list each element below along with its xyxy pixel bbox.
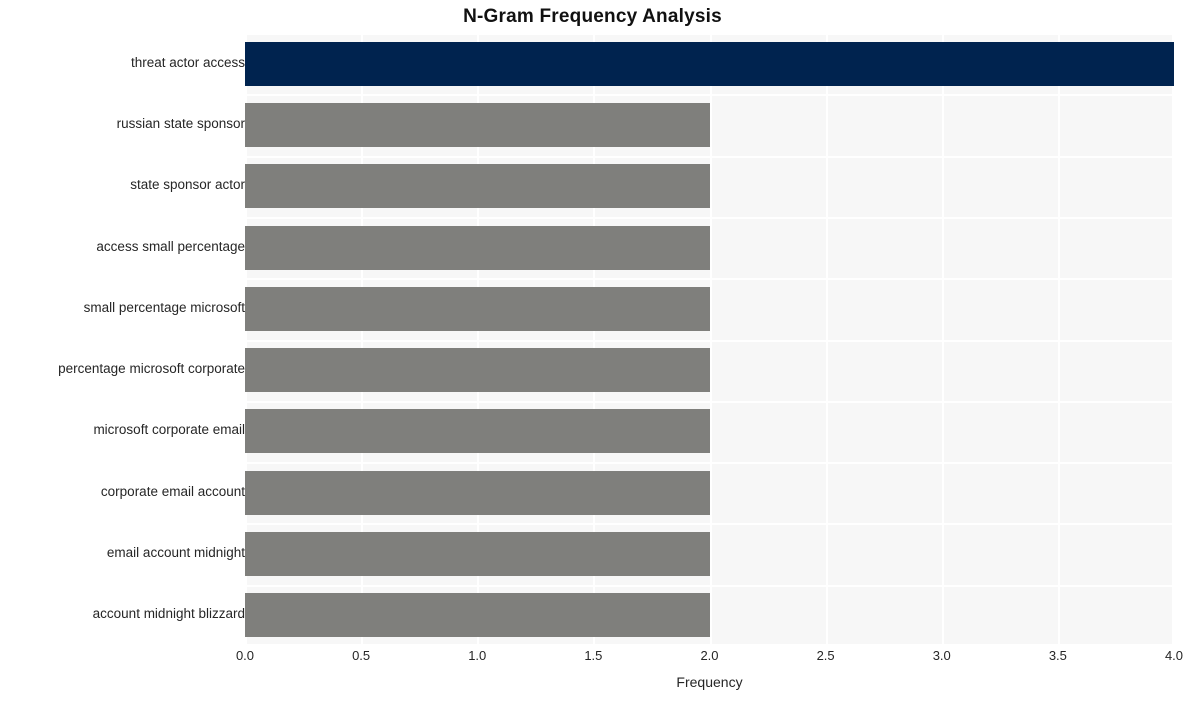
plot-area bbox=[245, 33, 1174, 646]
bar bbox=[245, 102, 710, 147]
x-axis-tick-label: 0.0 bbox=[235, 648, 255, 663]
x-axis-tick-label: 0.5 bbox=[352, 648, 371, 663]
gridline-vertical bbox=[825, 33, 828, 646]
y-axis-tick-label: access small percentage bbox=[96, 238, 245, 254]
y-axis-tick-label: account midnight blizzard bbox=[92, 606, 245, 622]
bar bbox=[245, 470, 710, 515]
gridline-vertical bbox=[1057, 33, 1060, 646]
y-axis-tick-label: microsoft corporate email bbox=[93, 422, 245, 438]
x-axis-tick-group: 0.0 0.5 1.0 1.5 2.0 2.5 3.0 3.5 4.0 bbox=[236, 648, 1183, 668]
bar bbox=[245, 348, 710, 393]
y-axis-tick-label: threat actor access bbox=[130, 54, 245, 70]
y-axis-tick-label: corporate email account bbox=[100, 483, 245, 499]
x-axis-tick-label: 2.0 bbox=[700, 648, 719, 663]
bar bbox=[245, 532, 710, 577]
gridline-vertical bbox=[709, 33, 712, 646]
bar bbox=[245, 41, 1174, 86]
y-axis-tick-label: russian state sponsor bbox=[116, 115, 245, 131]
x-axis-title: Frequency bbox=[676, 674, 743, 690]
y-axis-tick-label: state sponsor actor bbox=[130, 177, 245, 193]
x-axis-tick-label: 1.5 bbox=[584, 648, 603, 663]
y-axis-tick-label: percentage microsoft corporate bbox=[58, 361, 245, 377]
bar bbox=[245, 164, 710, 209]
chart-figure: N-Gram Frequency Analysis threat actor a… bbox=[0, 0, 1185, 701]
bar bbox=[245, 286, 710, 331]
bar bbox=[245, 593, 710, 638]
x-axis-tick-label: 2.5 bbox=[816, 648, 835, 663]
chart-title: N-Gram Frequency Analysis bbox=[463, 6, 722, 27]
x-axis-tick-label: 3.5 bbox=[1048, 648, 1067, 663]
gridline-vertical bbox=[941, 33, 944, 646]
x-axis-tick-label: 4.0 bbox=[1164, 648, 1184, 663]
y-axis-tick-label: email account midnight bbox=[106, 545, 245, 561]
bar bbox=[245, 409, 710, 454]
x-axis-tick-label: 1.0 bbox=[468, 648, 487, 663]
y-axis-tick-label: small percentage microsoft bbox=[83, 299, 245, 315]
bar bbox=[245, 225, 710, 270]
y-axis-label-group: threat actor access russian state sponsor… bbox=[0, 33, 245, 646]
x-axis-tick-label: 3.0 bbox=[932, 648, 951, 663]
gridline-vertical bbox=[1172, 33, 1174, 646]
